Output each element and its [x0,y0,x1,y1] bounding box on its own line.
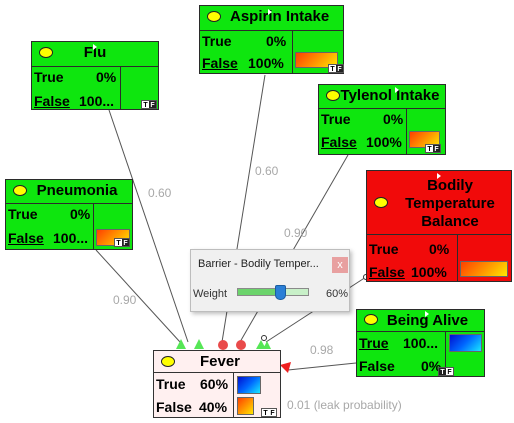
close-icon[interactable]: x [332,257,348,273]
tf-toggle[interactable]: TF [328,64,344,73]
weight-slider[interactable] [235,285,320,301]
link-weight-label: 0.98 [310,343,334,357]
node-status-icon [326,90,340,101]
popup-title: Barrier - Bodily Temper... [198,258,319,270]
state-row-true[interactable]: True 0% [202,33,288,49]
state-row-false[interactable]: False 100... [8,230,88,246]
state-row-true[interactable]: True 0% [369,241,449,257]
state-row-false[interactable]: False 100% [202,55,288,71]
node-status-icon [207,11,221,22]
probability-bar-false [237,397,254,415]
node-status-icon [13,185,27,196]
link-weight-label: 0.90 [284,226,308,240]
link-weight-label: 0.60 [148,186,172,200]
node-aspirin-intake[interactable]: Aspirin Intake True 0% False 100% TF [199,5,344,74]
node-status-icon [39,47,53,58]
weight-value: 60% [326,288,349,300]
slider-thumb[interactable] [275,285,286,300]
link-handle [261,335,267,341]
state-row-false[interactable]: False 100... [34,93,114,109]
link-weight-label: 0.90 [113,293,137,307]
node-fever[interactable]: Fever True 60% False 40% TF [153,350,281,418]
node-title: Being Alive [386,312,469,329]
node-title: Bodily Temperature Balance [405,177,495,230]
node-title: Fever [199,353,241,370]
node-title: Aspirin Intake [230,8,330,25]
state-row-false[interactable]: False 40% [156,399,227,415]
link-pneumonia-fever [95,249,181,343]
arrow-dot [218,340,228,350]
arrow-head [263,341,271,349]
tf-toggle[interactable]: TF [141,100,157,109]
leak-probability-label: 0.01 (leak probability) [287,398,402,412]
state-row-true[interactable]: True 100... [359,335,438,351]
state-row-false[interactable]: False 100% [321,134,402,150]
tf-toggle[interactable]: TF [114,238,130,247]
node-title: Pneumonia [36,182,118,199]
node-tylenol-intake[interactable]: Tylenol Intake True 0% False 100% TF [318,84,446,155]
arrow-dot [236,340,246,350]
state-row-true[interactable]: True 60% [156,376,228,392]
probability-bar-true [237,376,261,394]
node-being-alive[interactable]: Being Alive True 100... False 0% TF [356,309,485,377]
node-pneumonia[interactable]: Pneumonia True 0% False 100... TF [5,179,133,250]
state-row-true[interactable]: True 0% [321,111,403,127]
node-status-icon [161,356,175,367]
state-row-false[interactable]: False 100% [369,264,447,280]
state-row-false[interactable]: False 0% [359,358,441,374]
probability-bar [449,334,482,352]
probability-bar [460,261,508,277]
tf-toggle[interactable]: TF [261,408,277,417]
node-flu[interactable]: Flu True 0% False 100... TF [31,41,159,110]
link-alive-fever [287,362,357,371]
weight-label: Weight [193,288,228,300]
arrow-head [194,339,204,349]
arrow-head [176,339,186,349]
arrow-head [280,362,291,373]
tf-toggle[interactable]: TF [425,144,441,153]
link-weight-label: 0.60 [255,164,279,178]
node-status-icon [374,197,388,208]
state-row-true[interactable]: True 0% [8,206,90,222]
state-row-true[interactable]: True 0% [34,69,116,85]
node-bodily-temperature-balance[interactable]: Bodily Temperature Balance True 0% False 1… [366,170,512,282]
tf-toggle[interactable]: TF [438,367,454,376]
slider-fill [238,289,280,295]
node-title: Tylenol Intake [340,87,440,104]
node-status-icon [364,314,378,325]
